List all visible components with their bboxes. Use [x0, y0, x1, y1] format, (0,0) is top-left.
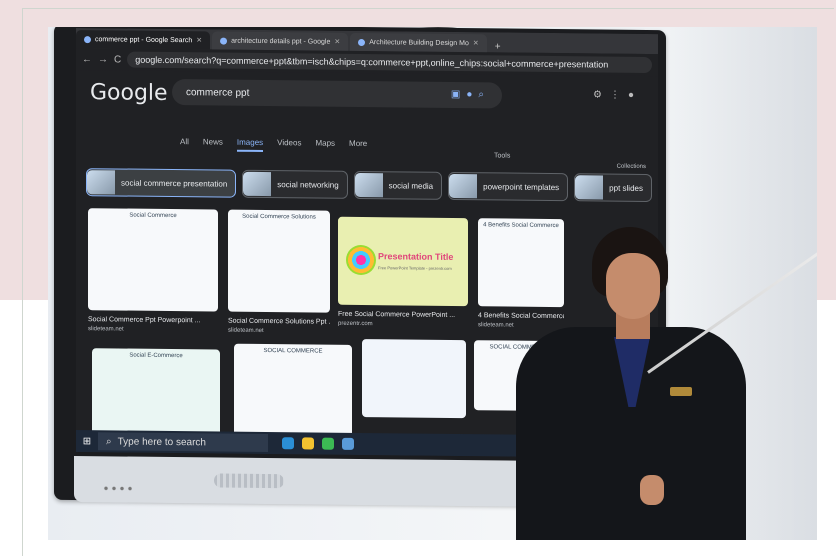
- tab-maps[interactable]: Maps: [315, 139, 335, 153]
- settings-icon[interactable]: ⚙: [593, 89, 610, 100]
- mic-icon[interactable]: ●: [466, 89, 478, 100]
- taskbar-search-placeholder: Type here to search: [117, 435, 206, 448]
- result-thumbnail: Social Commerce Solutions: [228, 209, 330, 313]
- name-badge: [670, 387, 692, 396]
- tab-more[interactable]: More: [349, 139, 367, 153]
- chip-label: powerpoint templates: [483, 181, 560, 192]
- url-input[interactable]: google.com/search?q=commerce+ppt&tbm=isc…: [127, 51, 652, 74]
- image-result[interactable]: Social Commerce Solutions Social Commerc…: [228, 209, 330, 335]
- search-nav-tabs: All News Images Videos Maps More: [180, 137, 367, 153]
- result-thumbnail: [362, 339, 466, 419]
- chip[interactable]: ppt slides: [574, 173, 652, 203]
- store-icon[interactable]: [342, 437, 354, 450]
- windows-start-icon[interactable]: ⊞: [76, 436, 98, 447]
- close-icon[interactable]: ✕: [334, 38, 340, 46]
- reload-icon[interactable]: C: [114, 54, 121, 65]
- browser-tab[interactable]: architecture details ppt - Google ✕: [212, 31, 349, 51]
- taskbar-apps: [282, 437, 354, 450]
- result-source: slideteam.net: [228, 327, 264, 334]
- image-result[interactable]: Social Commerce Social Commerce Ppt Powe…: [88, 208, 218, 333]
- chip-label: ppt slides: [609, 183, 643, 193]
- image-result[interactable]: Presentation Title Free PowerPoint Templ…: [338, 216, 468, 328]
- folder-icon[interactable]: [302, 437, 314, 450]
- result-thumbnail: Social Commerce: [88, 208, 218, 312]
- result-source: slideteam.net: [88, 326, 124, 333]
- flower-graphic: [346, 244, 376, 276]
- back-icon[interactable]: ←: [82, 54, 92, 65]
- slide-title: Presentation Title: [378, 251, 454, 262]
- chip-thumbnail: [87, 170, 115, 195]
- new-tab-button[interactable]: +: [489, 41, 507, 52]
- tv-indicator-dots: [102, 486, 132, 491]
- chip-thumbnail: [243, 171, 272, 197]
- close-icon[interactable]: ✕: [196, 36, 202, 44]
- site-favicon-icon: [358, 38, 366, 46]
- slide-title: SOCIAL COMMERCE: [263, 347, 323, 355]
- address-bar-row: ← → C google.com/search?q=commerce+ppt&t…: [76, 48, 658, 77]
- chip-label: social commerce presentation: [121, 177, 228, 189]
- tab-news[interactable]: News: [203, 137, 223, 151]
- taskbar-search[interactable]: ⌕ Type here to search: [98, 432, 268, 453]
- slide-title: Social Commerce: [129, 212, 177, 220]
- browser-tab[interactable]: Architecture Building Design Mo ✕: [350, 32, 487, 53]
- chip[interactable]: social networking: [242, 169, 348, 199]
- search-actions: ▣●⌕: [451, 89, 490, 100]
- chip-thumbnail: [449, 173, 478, 199]
- tab-images[interactable]: Images: [236, 137, 264, 152]
- tab-label: commerce ppt - Google Search: [95, 35, 193, 44]
- search-icon: ⌕: [106, 435, 112, 447]
- tab-videos[interactable]: Videos: [277, 138, 301, 152]
- google-favicon-icon: [220, 37, 228, 45]
- chip[interactable]: social commerce presentation: [86, 168, 237, 198]
- result-caption: Free Social Commerce PowerPoint ...: [338, 310, 456, 319]
- collections-link[interactable]: Collections: [617, 164, 646, 170]
- image-search-icon[interactable]: ▣: [451, 89, 466, 100]
- tab-all[interactable]: All: [180, 137, 189, 151]
- chrome-icon[interactable]: [322, 437, 334, 450]
- result-caption: Social Commerce Ppt Powerpoint ...: [88, 316, 201, 325]
- tools-button[interactable]: Tools: [494, 152, 510, 159]
- chip-thumbnail: [575, 175, 604, 200]
- tab-label: architecture details ppt - Google: [231, 37, 331, 46]
- chip-thumbnail: [354, 172, 383, 198]
- result-thumbnail: Presentation Title Free PowerPoint Templ…: [338, 216, 468, 307]
- google-logo[interactable]: Google: [90, 80, 168, 106]
- edge-icon[interactable]: [282, 437, 294, 450]
- speaker-grille: [214, 473, 284, 489]
- forward-icon[interactable]: →: [98, 54, 108, 65]
- browser-tab[interactable]: commerce ppt - Google Search ✕: [76, 30, 211, 50]
- search-icon[interactable]: ⌕: [478, 89, 490, 100]
- presenter-hand: [640, 475, 664, 505]
- search-input[interactable]: commerce ppt ▣●⌕: [172, 79, 502, 109]
- chip[interactable]: social media: [353, 170, 443, 200]
- chip-label: social media: [388, 180, 434, 191]
- suggestion-chips: social commerce presentation social netw…: [86, 168, 658, 203]
- close-icon[interactable]: ✕: [473, 39, 479, 47]
- header-right: ⚙⋮●: [593, 89, 642, 101]
- presenter-face: [606, 253, 660, 319]
- result-caption: Social Commerce Solutions Ppt ...: [228, 317, 330, 326]
- result-source: prezentr.com: [338, 320, 373, 328]
- slide-title: Social Commerce Solutions: [242, 213, 316, 221]
- tab-label: Architecture Building Design Mo: [369, 38, 469, 47]
- apps-icon[interactable]: ⋮: [610, 90, 628, 101]
- google-favicon-icon: [84, 35, 91, 43]
- photo: commerce ppt - Google Search ✕ architect…: [48, 27, 817, 540]
- search-query: commerce ppt: [186, 86, 250, 99]
- chip-label: social networking: [277, 179, 339, 190]
- slide-title: Social E-Commerce: [129, 352, 183, 360]
- slide-subtitle: Free PowerPoint Template - prezentr.com: [378, 265, 452, 271]
- chip[interactable]: powerpoint templates: [448, 171, 569, 202]
- avatar[interactable]: ●: [628, 90, 642, 101]
- image-result[interactable]: [362, 339, 466, 419]
